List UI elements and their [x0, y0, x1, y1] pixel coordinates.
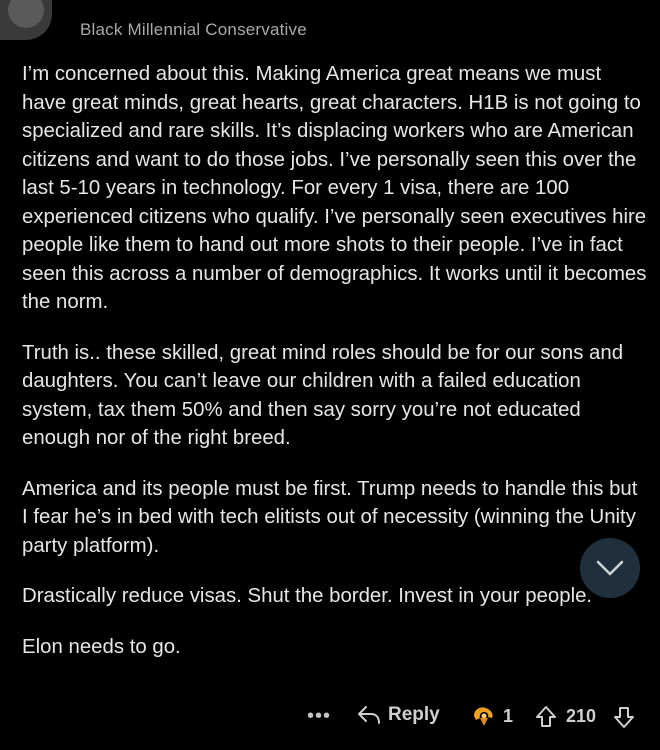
- comment-username[interactable]: Black Millennial Conservative: [80, 20, 307, 40]
- comment-actions: ••• Reply 1 210: [0, 704, 660, 734]
- downvote-button[interactable]: [612, 704, 636, 730]
- downvote-arrow-icon: [614, 707, 634, 728]
- scroll-down-button[interactable]: [580, 538, 640, 598]
- vote-count-container: 210: [566, 706, 596, 727]
- upvote-arrow-icon: [536, 706, 556, 727]
- comment-paragraph: America and its people must be first. Tr…: [22, 477, 638, 557]
- comment-paragraph: Elon needs to go.: [22, 635, 181, 658]
- more-options-button[interactable]: •••: [307, 704, 331, 728]
- award-count: 1: [503, 705, 514, 726]
- award-icon: [474, 707, 493, 726]
- more-options-icon: •••: [307, 705, 332, 727]
- reply-label: Reply: [388, 704, 440, 725]
- reply-arrow-icon: [358, 706, 380, 724]
- chevron-down-icon: [596, 560, 624, 576]
- comment-paragraph: Truth is.. these skilled, great mind rol…: [22, 341, 624, 450]
- award-button[interactable]: 1: [470, 704, 513, 728]
- upvote-button[interactable]: [534, 704, 558, 730]
- comment-body: I’m concerned about this. Making America…: [22, 60, 647, 683]
- vote-count: 210: [566, 706, 597, 726]
- comment-paragraph: I’m concerned about this. Making America…: [22, 63, 647, 313]
- avatar[interactable]: [0, 0, 52, 40]
- comment-paragraph: Drastically reduce visas. Shut the borde…: [22, 585, 593, 607]
- reply-button[interactable]: Reply: [356, 704, 440, 726]
